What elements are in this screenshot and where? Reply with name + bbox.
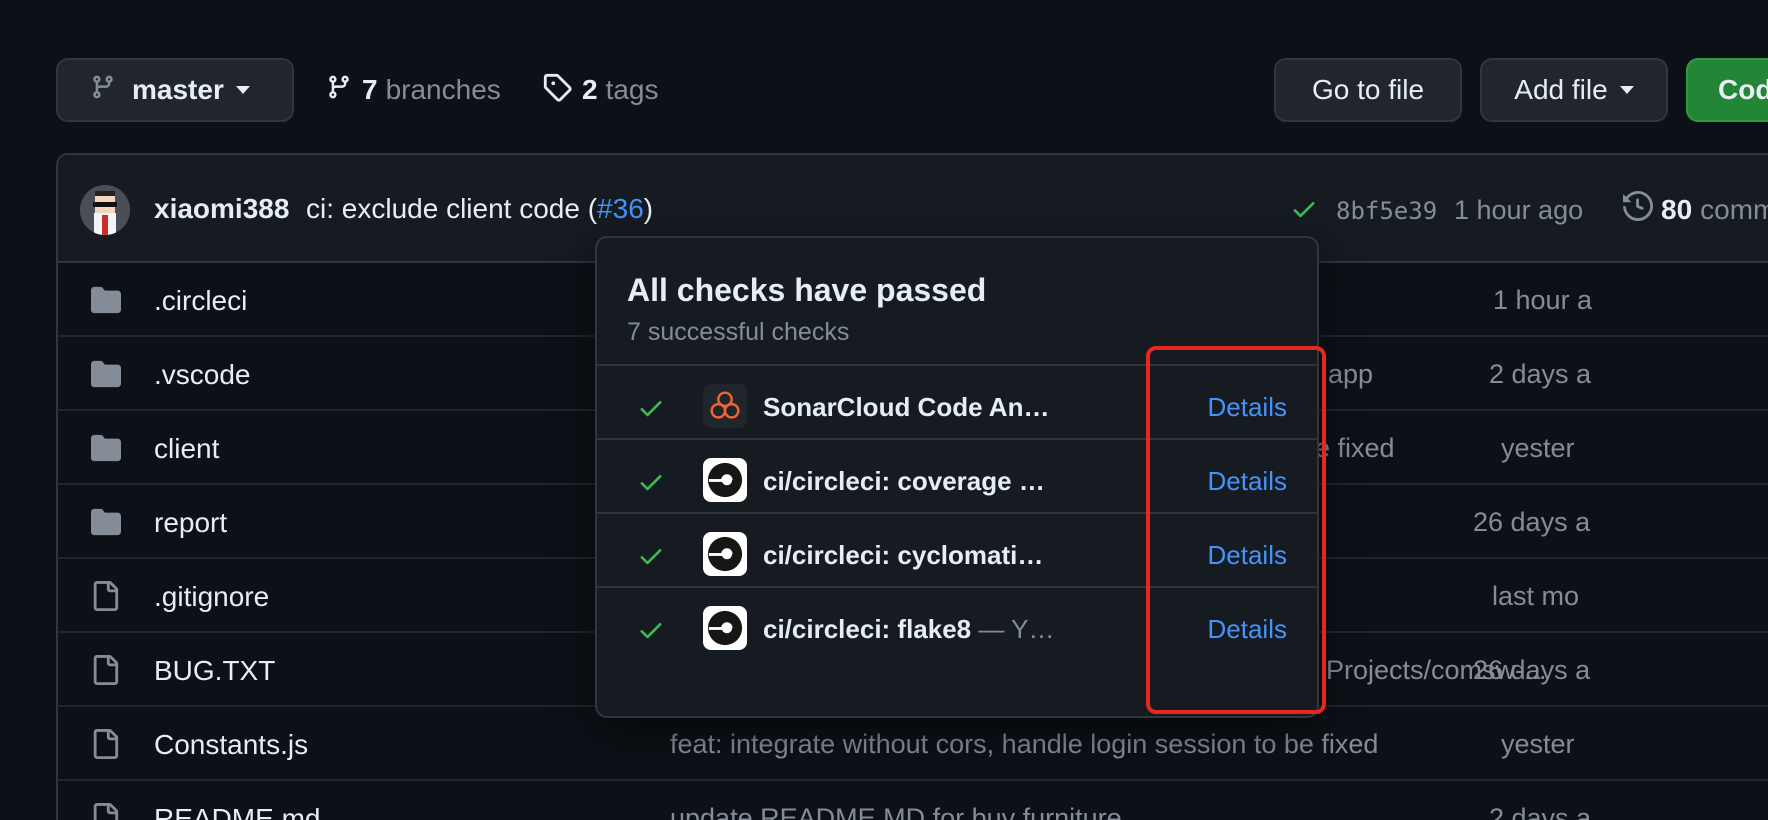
file-age: yester [1501, 433, 1575, 463]
check-row: SonarCloud Code An… Details [597, 364, 1317, 446]
folder-icon [90, 433, 122, 468]
commits-label: comm [1700, 193, 1768, 225]
code-button-label: Cod [1718, 74, 1768, 105]
details-link[interactable]: Details [1208, 466, 1287, 497]
sonarcloud-icon [703, 384, 747, 428]
check-name: ci/circleci: coverage … [763, 466, 1045, 497]
checks-popover: All checks have passed 7 successful chec… [595, 236, 1319, 718]
commit-author[interactable]: xiaomi388 [154, 193, 289, 225]
commit-message[interactable]: ci: exclude client code (#36) [306, 193, 653, 225]
file-name[interactable]: BUG.TXT [154, 655, 275, 687]
file-icon [90, 729, 120, 764]
check-description: — Y… [971, 614, 1055, 644]
check-row: ci/circleci: coverage … Details [597, 438, 1317, 520]
add-file-button[interactable]: Add file [1480, 58, 1668, 122]
file-icon [90, 803, 120, 820]
git-branch-icon [326, 72, 352, 109]
check-icon [637, 468, 665, 501]
check-name: SonarCloud Code An… [763, 392, 1049, 423]
chevron-down-icon [235, 86, 250, 94]
check-name-text: ci/circleci: flake8 [763, 614, 972, 644]
github-repo-page: master 7 branches 2 tags Go to file Add … [0, 0, 1768, 820]
folder-icon [90, 285, 122, 320]
folder-icon [90, 359, 122, 394]
file-age: yester [1501, 729, 1575, 759]
tags-count: 2 [582, 74, 598, 105]
history-icon [1623, 190, 1654, 228]
file-name[interactable]: .gitignore [154, 581, 269, 613]
check-row: ci/circleci: flake8 — Y… Details [597, 586, 1317, 668]
circleci-icon [703, 606, 747, 650]
commit-sha[interactable]: 8bf5e39 [1336, 197, 1437, 225]
file-name[interactable]: README.md [154, 803, 320, 820]
branches-link[interactable]: 7 branches [326, 58, 501, 122]
check-icon [637, 616, 665, 649]
file-name[interactable]: .vscode [154, 359, 251, 391]
tags-label: tags [605, 74, 659, 105]
file-name[interactable]: .circleci [154, 285, 247, 317]
commit-message-suffix: ) [643, 193, 654, 224]
details-link[interactable]: Details [1208, 392, 1287, 423]
commit-history-link[interactable]: 80 comm [1623, 190, 1768, 228]
check-name: ci/circleci: cyclomati… [763, 540, 1043, 571]
file-age: 26 days a [1473, 655, 1591, 685]
file-age: 2 days a [1489, 359, 1592, 389]
checks-title: All checks have passed [627, 272, 987, 308]
folder-icon [90, 507, 122, 542]
tag-icon [542, 72, 572, 109]
repo-toolbar: master 7 branches 2 tags Go to file Add … [56, 58, 1768, 122]
check-icon [637, 394, 665, 427]
circleci-icon [703, 532, 747, 576]
file-row[interactable]: README.md update README.MD for buy furnit… [58, 781, 1768, 820]
file-age: last mo [1492, 581, 1580, 611]
file-name[interactable]: client [154, 433, 219, 465]
file-commit-message[interactable]: feat: integrate without cors, handle log… [670, 729, 1378, 760]
add-file-label: Add file [1514, 74, 1608, 105]
check-name-text: ci/circleci: cyclomati… [763, 540, 1044, 570]
file-commit-message[interactable]: update README.MD for buy furniture [670, 803, 1122, 820]
check-row: ci/circleci: cyclomati… Details [597, 512, 1317, 594]
file-icon [90, 581, 120, 616]
pull-request-link[interactable]: #36 [597, 193, 644, 224]
file-age: 26 days a [1473, 507, 1591, 537]
go-to-file-label: Go to file [1311, 74, 1425, 105]
avatar[interactable] [80, 185, 130, 235]
go-to-file-button[interactable]: Go to file [1274, 58, 1462, 122]
tags-link[interactable]: 2 tags [542, 58, 659, 122]
file-icon [90, 655, 120, 690]
branch-selector-button[interactable]: master [56, 58, 294, 122]
check-icon [637, 542, 665, 575]
circleci-icon [703, 458, 747, 502]
check-name-text: SonarCloud Code An… [763, 392, 1050, 422]
check-name: ci/circleci: flake8 — Y… [763, 614, 1054, 645]
commits-count: 80 [1661, 193, 1693, 225]
branches-count: 7 [362, 74, 378, 105]
branch-name: master [132, 74, 224, 105]
check-icon[interactable] [1290, 195, 1318, 228]
file-name[interactable]: report [154, 507, 227, 539]
checks-subtitle: 7 successful checks [627, 318, 850, 346]
branches-label: branches [385, 74, 501, 105]
code-button[interactable]: Cod [1686, 58, 1768, 122]
file-commit-message[interactable]: app [1328, 359, 1373, 390]
commit-time: 1 hour ago [1454, 195, 1584, 225]
details-link[interactable]: Details [1208, 614, 1287, 645]
file-name[interactable]: Constants.js [154, 729, 308, 761]
file-row[interactable]: Constants.js feat: integrate without cors… [58, 707, 1768, 781]
chevron-down-icon [1619, 86, 1634, 94]
git-branch-icon [90, 72, 132, 109]
commit-message-text: ci: exclude client code ( [306, 193, 598, 224]
check-name-text: ci/circleci: coverage … [763, 466, 1045, 496]
file-age: 1 hour a [1493, 285, 1593, 315]
file-age: 2 days a [1489, 803, 1592, 820]
details-link[interactable]: Details [1208, 540, 1287, 571]
